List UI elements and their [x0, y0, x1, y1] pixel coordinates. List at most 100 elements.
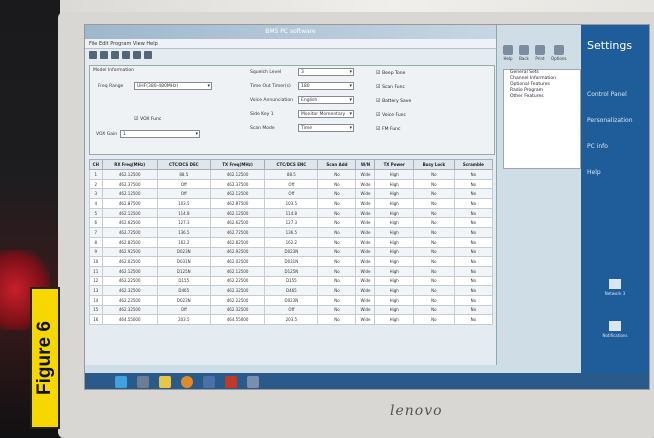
table-cell[interactable]: Off [156, 178, 211, 190]
table-cell[interactable]: No [317, 188, 357, 200]
table-cell[interactable]: No [453, 304, 494, 316]
table-cell[interactable]: 11 [89, 265, 103, 277]
table-cell[interactable]: Wide [355, 198, 376, 209]
table-cell[interactable]: 5 [89, 207, 103, 219]
table-cell[interactable]: 16 [89, 314, 103, 325]
table-cell[interactable]: No [412, 217, 455, 229]
table-cell[interactable]: 462.82500 [209, 236, 266, 248]
app-icon[interactable] [203, 376, 215, 388]
table-cell[interactable]: 12 [89, 275, 103, 287]
table-row[interactable]: 9 462.92500 D023N 462.92500 D023N No Wide High N… [89, 246, 494, 258]
table-cell[interactable]: No [412, 188, 455, 200]
table-cell[interactable]: Off [156, 188, 211, 200]
table-cell[interactable]: No [317, 265, 357, 277]
table-cell[interactable]: 13 [89, 285, 103, 296]
charm-control-panel[interactable]: Control Panel [587, 91, 627, 98]
table-cell[interactable]: 2 [89, 178, 103, 190]
table-cell[interactable]: No [412, 246, 455, 258]
table-row[interactable]: 8 462.82500 162.2 462.82500 162.2 No Wide High N… [89, 236, 494, 248]
table-row[interactable]: 7 462.72500 136.5 462.72500 136.5 No Wide High N… [89, 227, 494, 238]
table-cell[interactable]: High [374, 188, 414, 200]
table-cell[interactable]: 462.37500 [101, 178, 158, 190]
table-cell[interactable]: No [412, 275, 455, 287]
table-cell[interactable]: High [374, 275, 414, 287]
table-cell[interactable]: 103.5 [264, 198, 319, 209]
table-cell[interactable]: No [317, 207, 357, 219]
table-cell[interactable]: High [374, 217, 414, 229]
table-cell[interactable]: High [374, 227, 414, 238]
table-cell[interactable]: No [453, 285, 494, 296]
table-cell[interactable]: High [374, 246, 414, 258]
vox-checkbox[interactable]: VOX Func [134, 116, 161, 122]
table-cell[interactable]: No [412, 169, 455, 180]
table-cell[interactable]: Off [264, 178, 319, 190]
table-cell[interactable]: 462.12500 [209, 265, 266, 277]
table-cell[interactable]: No [412, 256, 455, 267]
table-cell[interactable]: 462.87500 [209, 198, 266, 209]
scan-func-checkbox[interactable]: Scan Func [376, 84, 405, 90]
vox-gain-select[interactable]: 1 [120, 130, 200, 138]
table-cell[interactable]: No [453, 198, 494, 209]
table-cell[interactable]: High [374, 169, 414, 180]
table-cell[interactable]: 162.2 [156, 236, 211, 248]
table-cell[interactable]: 3 [89, 188, 103, 200]
table-cell[interactable]: D023N [264, 246, 319, 258]
table-row[interactable]: 13 462.32500 D465 462.32500 D465 No Wide High No… [89, 285, 494, 296]
store-icon[interactable] [137, 376, 149, 388]
table-cell[interactable]: 136.5 [156, 227, 211, 238]
table-cell[interactable]: 462.87500 [101, 198, 158, 209]
table-cell[interactable]: 462.12500 [209, 169, 266, 180]
table-cell[interactable]: 4 [89, 198, 103, 209]
table-cell[interactable]: 462.22500 [209, 275, 266, 287]
table-cell[interactable]: 462.12500 [101, 265, 158, 277]
table-cell[interactable]: Wide [355, 178, 376, 190]
table-cell[interactable]: No [317, 304, 357, 316]
table-cell[interactable]: 203.5 [156, 314, 211, 325]
table-row[interactable]: 12 462.22500 D155 462.22500 D155 No Wide High No… [89, 275, 494, 287]
table-cell[interactable]: 6 [89, 217, 103, 229]
table-cell[interactable]: No [453, 246, 494, 258]
back-button[interactable]: Back [519, 45, 529, 61]
pdf-icon[interactable] [225, 376, 237, 388]
table-cell[interactable]: Wide [355, 285, 376, 296]
table-cell[interactable]: No [317, 198, 357, 209]
table-cell[interactable]: High [374, 178, 414, 190]
menu-bar[interactable]: File Edit Program View Help [85, 39, 496, 49]
freq-range-select[interactable]: UHF(380-480MHz) [134, 82, 212, 90]
table-cell[interactable]: D031N [156, 256, 211, 267]
table-cell[interactable]: D023N [264, 294, 319, 306]
table-row[interactable]: 2 462.37500 Off 462.37500 Off No Wide High No No [89, 178, 494, 190]
table-row[interactable]: 1 462.12500 88.5 462.12500 88.5 No Wide High No N… [89, 169, 494, 180]
table-cell[interactable]: 462.32500 [101, 304, 158, 316]
help-button[interactable]: Help [503, 45, 513, 61]
beep-checkbox[interactable]: Beep Tone [376, 70, 405, 76]
table-cell[interactable]: 103.5 [156, 198, 211, 209]
table-cell[interactable]: 15 [89, 304, 103, 316]
open-icon[interactable] [100, 51, 108, 59]
table-cell[interactable]: 136.5 [264, 227, 319, 238]
table-cell[interactable]: No [317, 246, 357, 258]
table-cell[interactable]: 114.8 [156, 207, 211, 219]
table-cell[interactable]: Wide [355, 207, 376, 219]
table-cell[interactable]: 462.82500 [101, 236, 158, 248]
program-icon[interactable] [247, 376, 259, 388]
explorer-icon[interactable] [159, 376, 171, 388]
table-cell[interactable]: 462.12500 [101, 169, 158, 180]
table-cell[interactable]: D155 [156, 275, 211, 287]
scan-select[interactable]: Time [298, 124, 354, 132]
table-cell[interactable]: 462.12500 [209, 207, 266, 219]
table-cell[interactable]: D465 [264, 285, 319, 296]
table-cell[interactable]: D125N [156, 265, 211, 277]
table-cell[interactable]: High [374, 207, 414, 219]
table-cell[interactable]: No [412, 314, 455, 325]
table-cell[interactable]: D125N [264, 265, 319, 277]
table-cell[interactable]: High [374, 256, 414, 267]
fm-func-checkbox[interactable]: FM Func [376, 126, 400, 132]
table-row[interactable]: 6 462.62500 127.3 462.62500 127.3 No Wide High N… [89, 217, 494, 229]
table-cell[interactable]: 462.12500 [209, 188, 266, 200]
table-cell[interactable]: High [374, 236, 414, 248]
table-cell[interactable]: No [412, 265, 455, 277]
ie-icon[interactable] [115, 376, 127, 388]
table-cell[interactable]: 462.32500 [209, 304, 266, 316]
voice-select[interactable]: English [298, 96, 354, 104]
